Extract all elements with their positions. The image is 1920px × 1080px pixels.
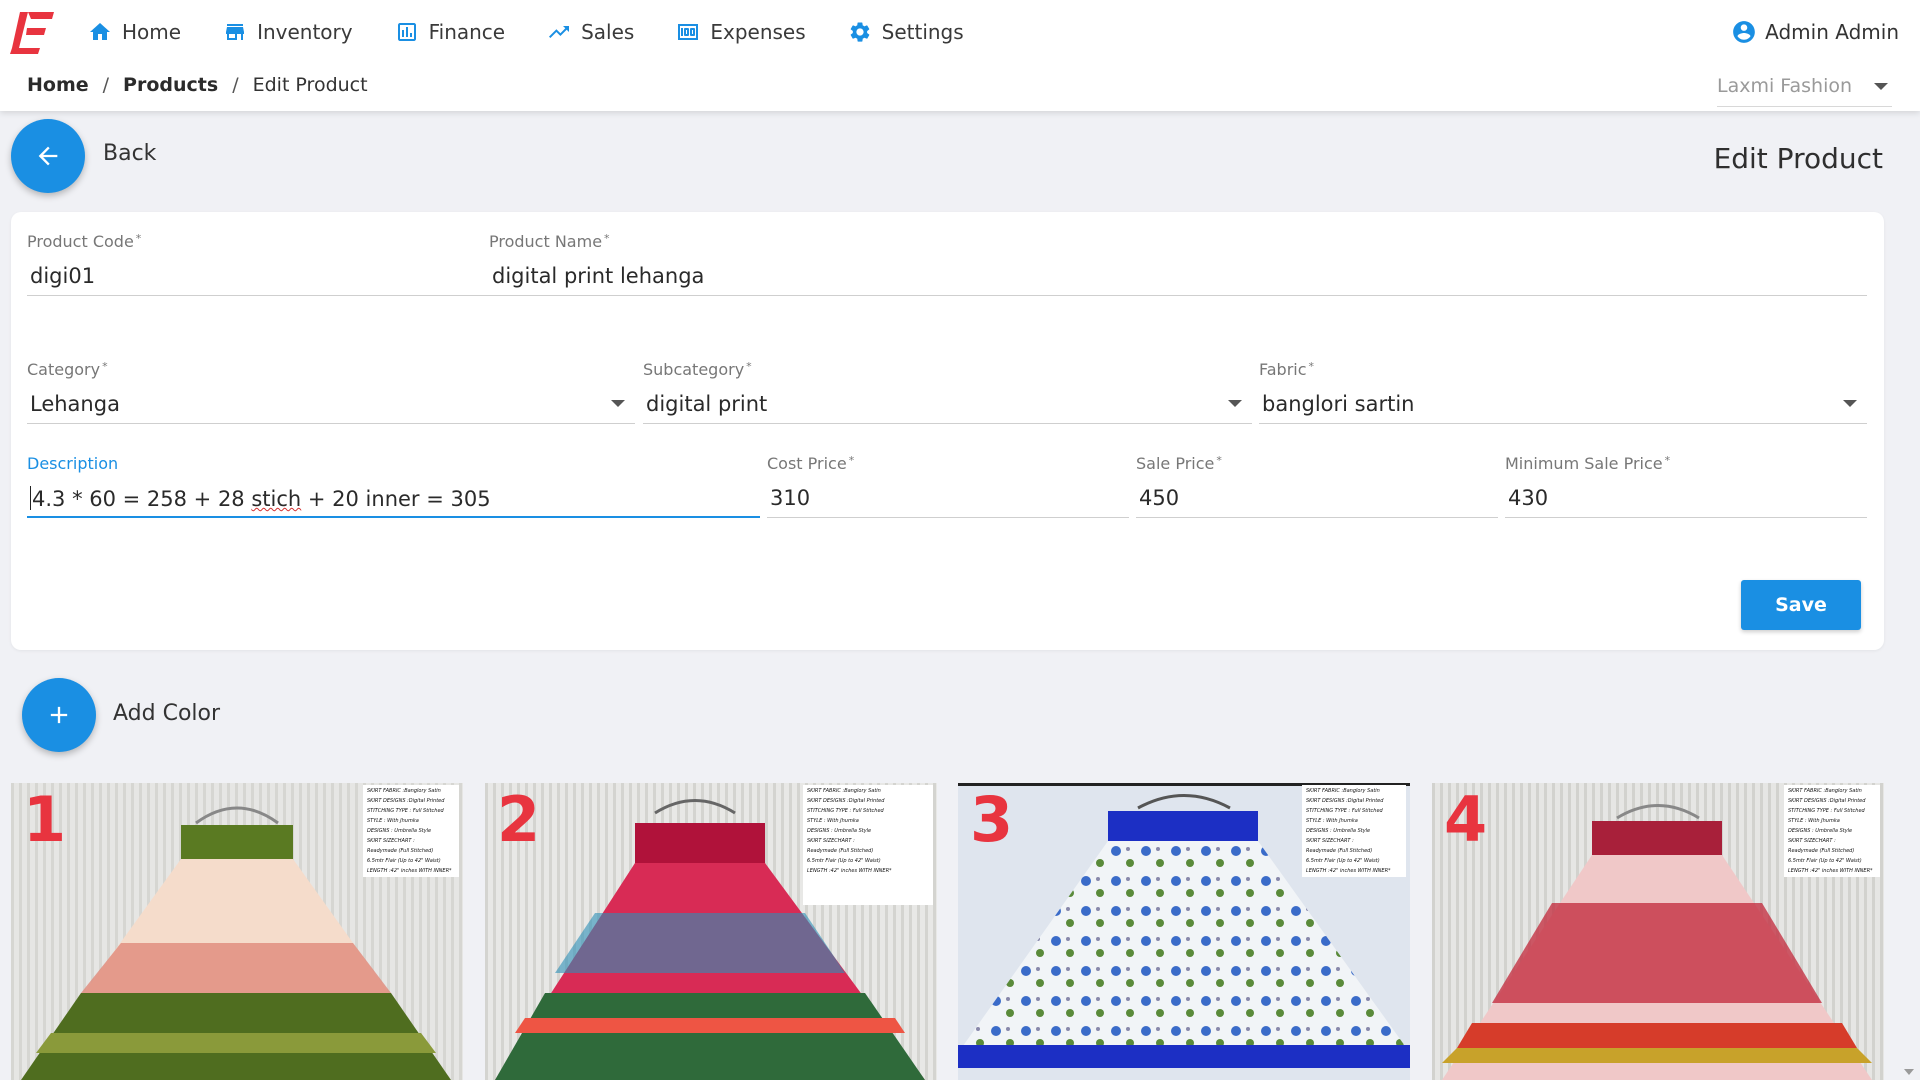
description-label: Description	[27, 454, 119, 473]
nav-inventory-label: Inventory	[257, 20, 353, 44]
nav-sales-label: Sales	[581, 20, 635, 44]
product-code-field: Product Code * digi01	[27, 232, 489, 298]
chevron-down-icon	[611, 400, 625, 407]
category-field: Category * Lehanga	[27, 360, 635, 426]
money-icon	[678, 24, 699, 40]
user-name: Admin Admin	[1765, 20, 1899, 44]
arrow-left-icon	[38, 146, 58, 166]
breadcrumb-home[interactable]: Home	[27, 74, 89, 96]
product-image[interactable]: 4 SKIRT FABRIC :Banglory Satin SKIRT DESI…	[1432, 783, 1884, 1080]
product-info-tag: SKIRT FABRIC :Banglory Satin SKIRT DESIGN…	[803, 785, 933, 905]
nav-finance-label: Finance	[428, 20, 506, 44]
image-number: 3	[970, 783, 1014, 856]
nav-expenses[interactable]: Expenses	[676, 14, 806, 50]
cost-price-label: Cost Price *	[767, 454, 855, 473]
product-image[interactable]: 3 SKIRT FABRIC :Banglory Satin SKIRT DESI…	[958, 783, 1410, 1080]
subcategory-field: Subcategory * digital print	[643, 360, 1252, 426]
sale-price-field: Sale Price * 450	[1136, 454, 1498, 520]
description-field: Description 4.3 * 60 = 258 + 28 stich + …	[27, 454, 760, 520]
product-code-label: Product Code *	[27, 232, 142, 251]
store-select-value: Laxmi Fashion	[1717, 75, 1853, 97]
cost-price-input[interactable]: 310	[767, 476, 1129, 518]
product-name-input[interactable]: digital print lehanga	[489, 254, 1867, 296]
scrollbar-down-arrow[interactable]	[1904, 1069, 1914, 1075]
product-code-input[interactable]: digi01	[27, 254, 489, 296]
fabric-field: Fabric * banglori sartin	[1259, 360, 1867, 426]
breadcrumb-separator: /	[102, 74, 110, 96]
chevron-down-icon	[1228, 400, 1242, 407]
color-image-gallery: 1 SKIRT FABRIC :Banglory Satin SKIRT DESI…	[11, 783, 1884, 1080]
store-icon	[226, 24, 245, 40]
nav-settings[interactable]: Settings	[848, 14, 964, 50]
brand-logo[interactable]	[10, 8, 56, 58]
misspelled-word: stich	[251, 487, 302, 511]
nav-settings-label: Settings	[881, 20, 964, 44]
product-info-tag: SKIRT FABRIC :Banglory Satin SKIRT DESIGN…	[363, 785, 459, 877]
account-circle-icon	[1733, 21, 1755, 43]
product-name-field: Product Name * digital print lehanga	[489, 232, 1867, 298]
subcategory-select[interactable]: digital print	[643, 382, 1252, 424]
min-sale-price-label: Minimum Sale Price *	[1505, 454, 1671, 473]
product-info-tag: SKIRT FABRIC :Banglory Satin SKIRT DESIGN…	[1302, 785, 1406, 877]
min-sale-price-input[interactable]: 430	[1505, 476, 1867, 518]
breadcrumb-separator: /	[232, 74, 239, 96]
sale-price-input[interactable]: 450	[1136, 476, 1498, 518]
product-info-tag: SKIRT FABRIC :Banglory Satin SKIRT DESIGN…	[1784, 785, 1880, 877]
fabric-select[interactable]: banglori sartin	[1259, 382, 1867, 424]
product-image[interactable]: 1 SKIRT FABRIC :Banglory Satin SKIRT DESI…	[11, 783, 463, 1080]
description-input[interactable]: 4.3 * 60 = 258 + 28 stich + 20 inner = 3…	[27, 476, 760, 518]
nav-expenses-label: Expenses	[710, 20, 806, 44]
product-name-label: Product Name *	[489, 232, 610, 251]
image-number: 4	[1444, 783, 1488, 856]
store-select[interactable]: Laxmi Fashion	[1717, 71, 1892, 107]
nav-home[interactable]: Home	[88, 14, 181, 50]
breadcrumb-products[interactable]: Products	[123, 74, 218, 96]
nav-finance[interactable]: Finance	[395, 14, 506, 50]
subcategory-label: Subcategory *	[643, 360, 752, 379]
edit-product-form: Product Code * digi01 Product Name * digit…	[11, 212, 1884, 650]
sale-price-label: Sale Price *	[1136, 454, 1222, 473]
back-button[interactable]	[11, 119, 85, 193]
main-nav: Home Inventory Finance Sales Expenses Se…	[88, 14, 1006, 50]
home-icon	[90, 23, 110, 40]
top-bar: Home Inventory Finance Sales Expenses Se…	[0, 0, 1920, 111]
plus-icon	[50, 706, 68, 724]
bar-chart-icon	[397, 23, 416, 41]
nav-inventory[interactable]: Inventory	[223, 14, 353, 50]
nav-home-label: Home	[122, 20, 182, 44]
cost-price-field: Cost Price * 310	[767, 454, 1129, 520]
user-menu[interactable]: Admin Admin	[1731, 14, 1899, 50]
category-select[interactable]: Lehanga	[27, 382, 635, 424]
chevron-down-icon	[1843, 400, 1857, 407]
chevron-down-icon	[1874, 83, 1888, 90]
page-title: Edit Product	[1713, 142, 1883, 175]
image-number: 1	[23, 783, 67, 856]
gear-icon	[850, 22, 869, 42]
image-number: 2	[497, 783, 541, 856]
breadcrumb: Home / Products / Edit Product	[27, 74, 368, 96]
category-label: Category *	[27, 360, 108, 379]
add-color-button[interactable]	[22, 678, 96, 752]
save-button[interactable]: Save	[1741, 580, 1861, 630]
text-cursor	[30, 486, 31, 510]
trending-up-icon	[549, 26, 570, 38]
product-image[interactable]: 2 SKIRT FABRIC :Banglory Satin SKIRT DESI…	[485, 783, 937, 1080]
min-sale-price-field: Minimum Sale Price * 430	[1505, 454, 1867, 520]
nav-sales[interactable]: Sales	[547, 14, 634, 50]
add-color-label[interactable]: Add Color	[113, 701, 220, 726]
fabric-label: Fabric *	[1259, 360, 1315, 379]
breadcrumb-current: Edit Product	[252, 74, 368, 96]
back-label[interactable]: Back	[103, 141, 156, 166]
